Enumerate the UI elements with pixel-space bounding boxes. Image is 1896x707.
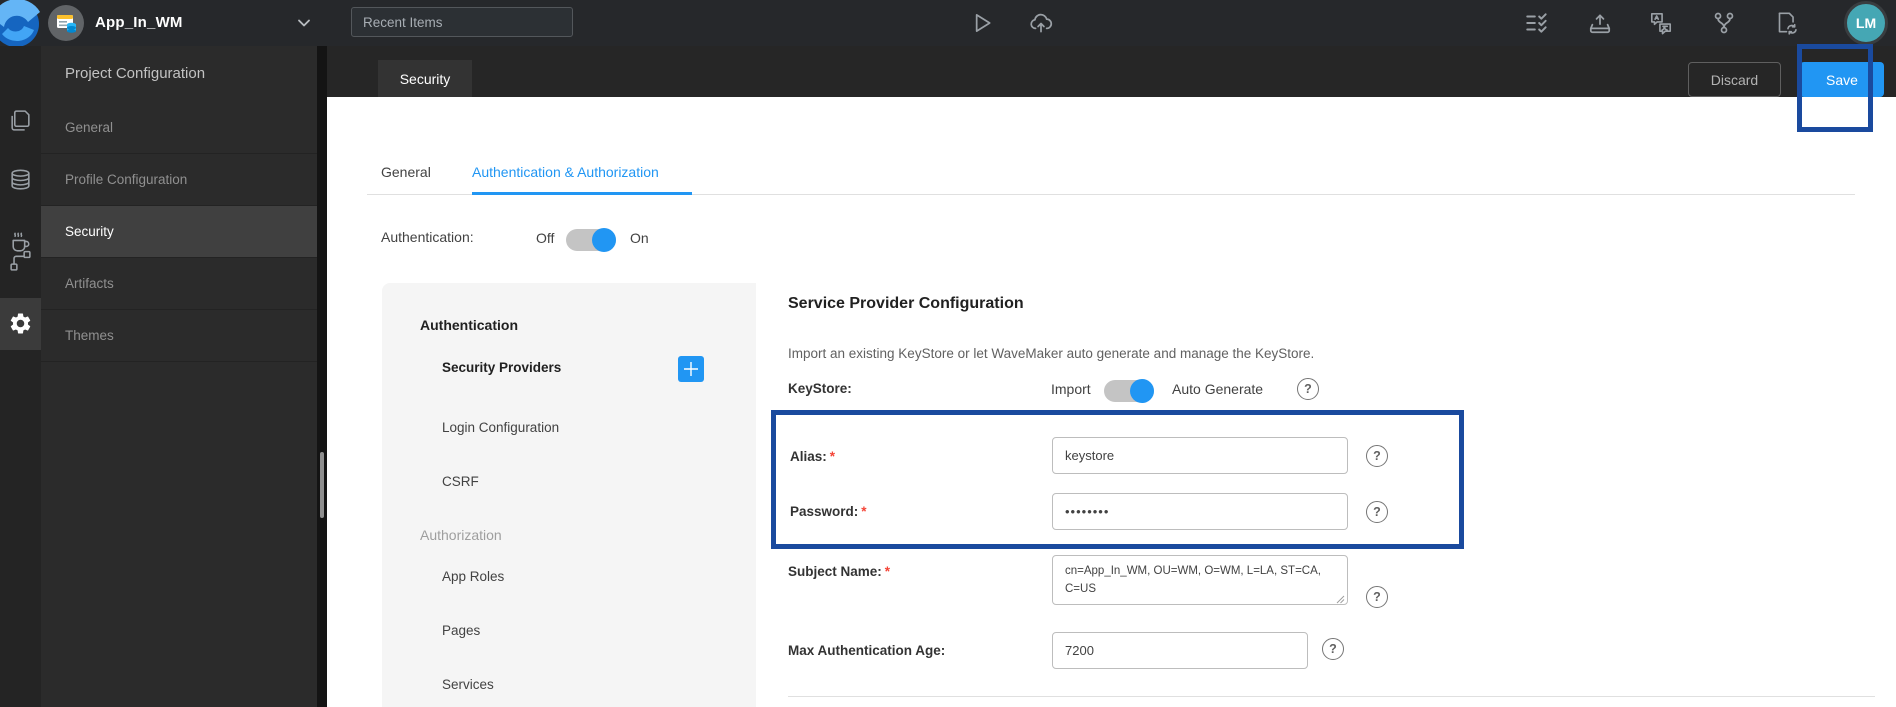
password-input[interactable] xyxy=(1052,493,1348,530)
required-asterisk: * xyxy=(861,504,867,519)
recent-items-input[interactable] xyxy=(351,7,573,37)
subject-name-label-text: Subject Name: xyxy=(788,564,882,579)
required-asterisk: * xyxy=(829,449,836,464)
keystore-help-icon[interactable]: ? xyxy=(1297,378,1319,400)
keystore-auto-generate-label: Auto Generate xyxy=(1172,381,1264,397)
security-subnav-panel: Authentication Security Providers Login … xyxy=(382,283,756,707)
password-label: Password: * xyxy=(790,504,867,519)
project-config-sidebar: Project Configuration General Profile Co… xyxy=(41,46,317,707)
authentication-toggle[interactable] xyxy=(566,228,616,252)
authentication-label: Authentication: xyxy=(381,229,474,245)
tab-authentication-authorization[interactable]: Authentication & Authorization xyxy=(472,164,659,180)
content-header-bar xyxy=(327,46,1896,97)
section-divider xyxy=(788,696,1875,697)
tab-general[interactable]: General xyxy=(381,164,431,180)
sidebar-item-artifacts[interactable]: Artifacts xyxy=(41,258,317,310)
form-heading: Service Provider Configuration xyxy=(788,295,1024,312)
authentication-off-label: Off xyxy=(536,230,555,246)
keystore-toggle[interactable] xyxy=(1104,379,1154,403)
subnav-item-security-providers[interactable]: Security Providers xyxy=(442,360,561,375)
checklist-icon[interactable] xyxy=(1524,10,1550,36)
form-description: Import an existing KeyStore or let WaveM… xyxy=(788,346,1315,361)
subnav-item-app-roles[interactable]: App Roles xyxy=(442,569,504,584)
plus-icon xyxy=(683,361,699,377)
subject-name-help-icon[interactable]: ? xyxy=(1366,586,1388,608)
max-authentication-age-input[interactable] xyxy=(1052,632,1308,669)
database-icon[interactable] xyxy=(8,168,33,193)
max-authentication-age-label: Max Authentication Age: xyxy=(788,643,946,658)
subject-name-input[interactable]: cn=App_In_WM, OU=WM, O=WM, L=LA, ST=CA, … xyxy=(1052,555,1348,605)
textarea-resize-handle[interactable] xyxy=(1336,595,1345,604)
translate-icon[interactable] xyxy=(1648,10,1674,36)
authentication-on-label: On xyxy=(630,230,649,246)
save-button[interactable]: Save xyxy=(1800,62,1884,97)
sidebar-item-general[interactable]: General xyxy=(41,102,317,154)
version-branch-icon[interactable] xyxy=(1711,10,1737,36)
file-sync-icon[interactable] xyxy=(1773,10,1799,36)
subject-name-label: Subject Name: * xyxy=(788,564,890,579)
apis-connector-icon[interactable] xyxy=(8,248,33,273)
subnav-item-pages[interactable]: Pages xyxy=(442,623,480,638)
max-age-help-icon[interactable]: ? xyxy=(1322,638,1344,660)
left-icon-rail xyxy=(0,46,41,707)
discard-button[interactable]: Discard xyxy=(1688,62,1781,97)
page-tab-security[interactable]: Security xyxy=(378,60,472,97)
add-provider-button[interactable] xyxy=(678,356,704,382)
app-window: App_In_WM Recent Items LM Project Config… xyxy=(0,0,1896,707)
settings-gear-icon[interactable] xyxy=(8,311,33,336)
toggle-knob xyxy=(592,228,616,252)
scrollbar-thumb[interactable] xyxy=(320,452,324,518)
alias-label-text: Alias: xyxy=(790,449,827,464)
project-avatar-icon[interactable] xyxy=(47,4,85,42)
wavemaker-logo-icon[interactable] xyxy=(0,0,42,46)
sidebar-item-profile-configuration[interactable]: Profile Configuration xyxy=(41,154,317,206)
alias-input[interactable] xyxy=(1052,437,1348,474)
sidebar-item-themes[interactable]: Themes xyxy=(41,310,317,362)
avatar-initials: LM xyxy=(1855,15,1877,31)
keystore-import-label: Import xyxy=(1051,381,1091,397)
subnav-section-authorization: Authorization xyxy=(420,527,502,543)
pages-icon[interactable] xyxy=(8,108,33,133)
subnav-item-csrf[interactable]: CSRF xyxy=(442,474,479,489)
sidebar-item-security[interactable]: Security xyxy=(41,206,317,258)
alias-help-icon[interactable]: ? xyxy=(1366,445,1388,467)
password-help-icon[interactable]: ? xyxy=(1366,501,1388,523)
sidebar-title: Project Configuration xyxy=(65,65,206,82)
password-label-text: Password: xyxy=(790,504,859,519)
keystore-label: KeyStore: xyxy=(788,381,852,396)
top-bar: App_In_WM Recent Items LM xyxy=(0,0,1896,46)
active-tab-indicator xyxy=(472,192,692,195)
user-avatar[interactable]: LM xyxy=(1844,1,1888,45)
deploy-cloud-icon[interactable] xyxy=(1028,10,1054,36)
toggle-knob xyxy=(1130,379,1154,403)
export-project-icon[interactable] xyxy=(1587,10,1613,36)
required-asterisk: * xyxy=(884,564,891,579)
subnav-section-authentication: Authentication xyxy=(420,317,518,333)
run-preview-icon[interactable] xyxy=(968,10,994,36)
subnav-item-login-configuration[interactable]: Login Configuration xyxy=(442,420,559,435)
app-title: App_In_WM xyxy=(95,14,183,31)
alias-label: Alias: * xyxy=(790,449,835,464)
panel-divider xyxy=(317,46,327,707)
subnav-item-services[interactable]: Services xyxy=(442,677,494,692)
chevron-down-icon[interactable] xyxy=(294,13,314,33)
page-tab-label: Security xyxy=(399,70,451,87)
